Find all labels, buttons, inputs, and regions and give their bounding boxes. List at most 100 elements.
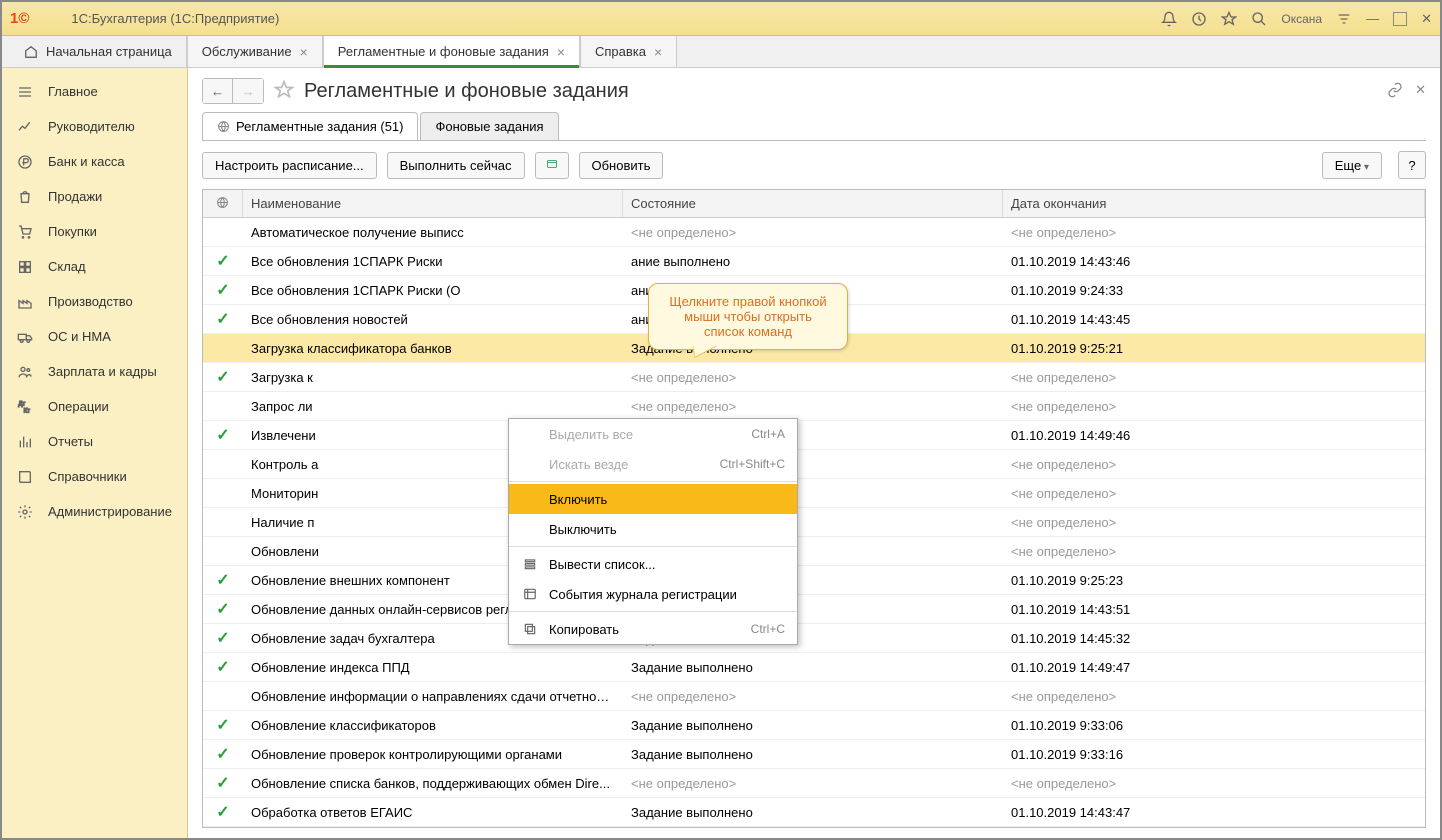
sidebar-item-3[interactable]: Продажи — [2, 179, 187, 214]
list-icon — [521, 557, 539, 571]
sidebar-item-8[interactable]: Зарплата и кадры — [2, 354, 187, 389]
check-icon: ✓ — [216, 802, 229, 822]
table-row[interactable]: Мониторин<не определено><не определено> — [203, 479, 1425, 508]
close-page-icon[interactable]: ✕ — [1415, 82, 1426, 101]
date-cell: 01.10.2019 14:45:32 — [1011, 631, 1130, 646]
table-row[interactable]: ✓Обновление проверок контролирующими орг… — [203, 740, 1425, 769]
sidebar-item-5[interactable]: Склад — [2, 249, 187, 284]
sidebar-item-label: Производство — [48, 294, 133, 309]
tab-close-icon[interactable]: × — [654, 44, 662, 60]
date-cell: <не определено> — [1011, 399, 1116, 414]
main-menu-icon[interactable] — [43, 13, 63, 25]
menu-item-6[interactable]: Вывести список... — [509, 549, 797, 579]
tab-1[interactable]: Регламентные и фоновые задания× — [323, 36, 580, 67]
page-title: Регламентные и фоновые задания — [304, 80, 629, 103]
people-icon — [16, 364, 34, 380]
ruble-icon — [16, 154, 34, 170]
schedule-icon-button[interactable] — [535, 152, 569, 179]
history-icon[interactable] — [1191, 11, 1207, 27]
menu-label: Выключить — [549, 522, 617, 537]
tab-2[interactable]: Справка× — [580, 36, 677, 67]
table-row[interactable]: ✓Загрузка к<не определено><не определено… — [203, 363, 1425, 392]
sidebar-item-12[interactable]: Администрирование — [2, 494, 187, 529]
more-button[interactable]: Еще — [1322, 152, 1382, 179]
tab-close-icon[interactable]: × — [557, 44, 565, 60]
close-button[interactable]: ✕ — [1421, 11, 1432, 27]
sidebar-item-1[interactable]: Руководителю — [2, 109, 187, 144]
tab-home[interactable]: Начальная страница — [10, 36, 187, 67]
star-icon[interactable] — [1221, 11, 1237, 27]
table-row[interactable]: ✓Обновление данных онлайн-сервисов регла… — [203, 595, 1425, 624]
subtab-1[interactable]: Фоновые задания — [420, 112, 558, 140]
table-row[interactable]: Запрос ли<не определено><не определено> — [203, 392, 1425, 421]
tab-close-icon[interactable]: × — [300, 44, 308, 60]
menu-item-7[interactable]: События журнала регистрации — [509, 579, 797, 609]
table-row[interactable]: ✓Обновление списка банков, поддерживающи… — [203, 769, 1425, 798]
menu-item-4[interactable]: Выключить — [509, 514, 797, 544]
date-cell: <не определено> — [1011, 515, 1116, 530]
minimize-button[interactable]: — — [1366, 11, 1379, 26]
table-row[interactable]: ✓Обновление внешних компонентЗадание вып… — [203, 566, 1425, 595]
col-state-header[interactable]: Состояние — [623, 190, 1003, 217]
table-row[interactable]: Обновление информации о направлениях сда… — [203, 682, 1425, 711]
sidebar-item-6[interactable]: Производство — [2, 284, 187, 319]
table-row[interactable]: ✓Обработка ответов ЕГАИСЗадание выполнен… — [203, 798, 1425, 827]
refresh-button[interactable]: Обновить — [579, 152, 664, 179]
name-cell: Обновление информации о направлениях сда… — [243, 689, 623, 704]
sidebar-item-11[interactable]: Справочники — [2, 459, 187, 494]
user-label: Оксана — [1281, 12, 1322, 26]
book-icon — [16, 469, 34, 485]
table-row[interactable]: ✓Обновление классификаторовЗадание выпол… — [203, 711, 1425, 740]
table-row[interactable]: ✓ИзвлечениЗадание выполнено01.10.2019 14… — [203, 421, 1425, 450]
bell-icon[interactable] — [1161, 11, 1177, 27]
back-button[interactable]: ← — [203, 79, 233, 103]
check-icon: ✓ — [216, 599, 229, 619]
configure-schedule-button[interactable]: Настроить расписание... — [202, 152, 377, 179]
menu-item-3[interactable]: Включить — [509, 484, 797, 514]
subtab-0[interactable]: Регламентные задания (51) — [202, 112, 418, 140]
menu-item-1[interactable]: Искать вездеCtrl+Shift+C — [509, 449, 797, 479]
sidebar-item-7[interactable]: ОС и НМА — [2, 319, 187, 354]
sidebar-item-label: Руководителю — [48, 119, 135, 134]
search-icon[interactable] — [1251, 11, 1267, 27]
run-now-button[interactable]: Выполнить сейчас — [387, 152, 525, 179]
col-date-header[interactable]: Дата окончания — [1003, 190, 1425, 217]
sidebar-item-4[interactable]: Покупки — [2, 214, 187, 249]
tabbar: Начальная страница Обслуживание×Регламен… — [2, 36, 1440, 68]
check-icon: ✓ — [216, 657, 229, 677]
col-check-header[interactable] — [203, 190, 243, 217]
name-cell: Обработка ответов ЕГАИС — [243, 805, 623, 820]
settings-icon[interactable] — [1336, 11, 1352, 27]
name-cell: Все обновления 1СПАРК Риски — [243, 254, 623, 269]
col-name-header[interactable]: Наименование — [243, 190, 623, 217]
name-cell: Обновление индекса ППД — [243, 660, 623, 675]
maximize-button[interactable] — [1393, 12, 1407, 26]
name-cell: Загрузка классификатора банков — [243, 341, 623, 356]
sidebar-item-0[interactable]: Главное — [2, 74, 187, 109]
table-row[interactable]: Автоматическое получение выписс<не опред… — [203, 218, 1425, 247]
sidebar-item-10[interactable]: Отчеты — [2, 424, 187, 459]
sidebar-item-label: Главное — [48, 84, 98, 99]
bag-icon — [16, 189, 34, 205]
menu-item-9[interactable]: КопироватьCtrl+C — [509, 614, 797, 644]
menu-label: Выделить все — [549, 427, 633, 442]
table-row[interactable]: ✓ Обновление индекса ППД Задание выполнено… — [203, 653, 1425, 682]
table-row[interactable]: Обновлени<не определено><не определено> — [203, 537, 1425, 566]
hint-tooltip: Щелкните правой кнопкой мыши чтобы откры… — [648, 283, 848, 350]
link-icon[interactable] — [1387, 82, 1403, 101]
sidebar-item-9[interactable]: ДтКтОперации — [2, 389, 187, 424]
sidebar-item-2[interactable]: Банк и касса — [2, 144, 187, 179]
help-button[interactable]: ? — [1398, 151, 1426, 179]
state-cell: Задание выполнено — [631, 660, 753, 675]
favorite-icon[interactable] — [274, 80, 294, 103]
subtab-label: Регламентные задания (51) — [236, 119, 403, 134]
table-row[interactable]: ✓Обновление задач бухгалтераЗадание выпо… — [203, 624, 1425, 653]
table-row[interactable]: Контроль а<не определено><не определено> — [203, 450, 1425, 479]
table-row[interactable]: Наличие п<не определено><не определено> — [203, 508, 1425, 537]
table-row[interactable]: ✓Все обновления 1СПАРК Рискиание выполне… — [203, 247, 1425, 276]
state-cell: <не определено> — [631, 399, 736, 414]
tab-0[interactable]: Обслуживание× — [187, 36, 323, 67]
menu-item-0[interactable]: Выделить всеCtrl+A — [509, 419, 797, 449]
forward-button[interactable]: → — [233, 79, 263, 103]
sidebar-item-label: Справочники — [48, 469, 127, 484]
